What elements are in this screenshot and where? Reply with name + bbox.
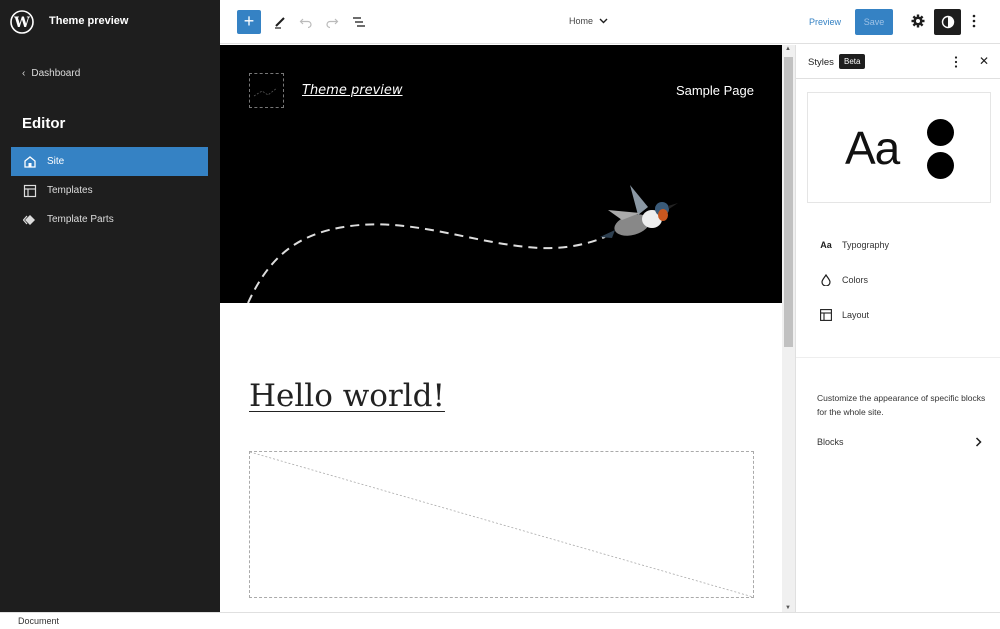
styles-panel: Styles Beta ✕ Aa Aa Typography Colors La… [795, 45, 1000, 612]
bird-illustration [247, 185, 678, 303]
dashboard-label: Dashboard [31, 68, 81, 79]
gear-icon[interactable] [910, 13, 926, 29]
symbol-icon [23, 214, 35, 225]
document-title: Home [569, 16, 594, 26]
styles-menu-colors[interactable]: Colors [796, 262, 1000, 297]
list-view-icon [353, 17, 365, 27]
editor-heading: Editor [22, 115, 66, 132]
sidebar: W Theme preview ‹ Dashboard Editor Site … [0, 0, 220, 612]
droplet-icon [819, 273, 833, 286]
menu-item-label: Layout [842, 309, 870, 320]
editor-toolbar: + Home Preview Save [220, 0, 1000, 44]
plus-icon: + [243, 11, 255, 31]
scrollbar-thumb[interactable] [784, 57, 793, 347]
canvas-scrollbar[interactable]: ▲ ▼ [782, 45, 795, 612]
half-circle-contrast-icon [941, 15, 954, 29]
post-title[interactable]: Hello world! [249, 378, 445, 414]
more-options-icon[interactable] [972, 13, 976, 29]
styles-panel-header: Styles Beta ✕ [796, 45, 1000, 79]
color-swatch-primary [927, 119, 954, 146]
dashboard-back-link[interactable]: ‹ Dashboard [22, 68, 80, 79]
close-icon[interactable]: ✕ [979, 54, 989, 68]
sidebar-item-site[interactable]: Site [11, 147, 208, 176]
layout-icon [23, 184, 37, 197]
typography-icon: Aa [820, 239, 832, 250]
undo-icon [299, 18, 312, 29]
styles-toggle-button[interactable] [934, 9, 961, 35]
beta-badge: Beta [839, 54, 866, 69]
list-view-button[interactable] [349, 12, 369, 32]
styles-menu-typography[interactable]: Aa Typography [796, 227, 1000, 262]
sidebar-item-label: Templates [47, 185, 93, 196]
status-bar: Document [0, 612, 1000, 629]
image-placeholder-diagonal [249, 451, 754, 598]
document-title-dropdown[interactable]: Home [569, 16, 608, 26]
sidebar-nav: Site Templates Template Parts [11, 147, 208, 234]
site-title: Theme preview [49, 15, 129, 27]
home-icon [24, 155, 36, 168]
panel-title: Styles [808, 57, 834, 68]
edit-tool-button[interactable] [270, 12, 290, 32]
chevron-right-icon [975, 437, 982, 447]
menu-item-label: Typography [842, 239, 890, 250]
redo-icon [326, 18, 339, 29]
sidebar-item-templates[interactable]: Templates [11, 176, 208, 205]
chevron-left-icon: ‹ [22, 68, 26, 79]
style-preview-card[interactable]: Aa [807, 92, 991, 203]
panel-divider [796, 357, 1000, 358]
add-block-button[interactable]: + [237, 10, 261, 34]
style-preview-text: Aa [845, 122, 900, 174]
sidebar-item-template-parts[interactable]: Template Parts [11, 205, 208, 234]
editor-canvas[interactable]: Theme preview Sample Page Hello world! [220, 45, 782, 612]
blocks-label: Blocks [817, 437, 844, 447]
scroll-up-arrow-icon[interactable]: ▲ [785, 46, 791, 52]
layout-icon [819, 308, 833, 321]
styles-menu-layout[interactable]: Layout [796, 297, 1000, 332]
redo-button[interactable] [322, 12, 342, 32]
svg-text:W: W [13, 15, 30, 31]
breadcrumb-document[interactable]: Document [18, 616, 59, 626]
save-button[interactable]: Save [855, 9, 893, 35]
blocks-menu-item[interactable]: Blocks [817, 437, 982, 447]
featured-image-placeholder[interactable] [249, 451, 754, 598]
wordpress-logo-icon[interactable]: W [10, 10, 34, 34]
undo-button[interactable] [296, 12, 316, 32]
preview-button[interactable]: Preview [809, 17, 841, 27]
styles-menu: Aa Typography Colors Layout [796, 227, 1000, 332]
bird-icon [600, 185, 678, 238]
pencil-icon [275, 17, 285, 29]
more-options-icon[interactable] [954, 55, 958, 69]
sidebar-item-label: Site [47, 156, 65, 167]
menu-item-label: Colors [842, 274, 869, 285]
site-header-block[interactable]: Theme preview Sample Page [220, 45, 782, 303]
chevron-down-icon [599, 18, 608, 24]
color-swatch-secondary [927, 152, 954, 179]
scroll-down-arrow-icon[interactable]: ▼ [785, 605, 791, 611]
blocks-description: Customize the appearance of specific blo… [817, 393, 986, 417]
sidebar-item-label: Template Parts [47, 214, 114, 225]
